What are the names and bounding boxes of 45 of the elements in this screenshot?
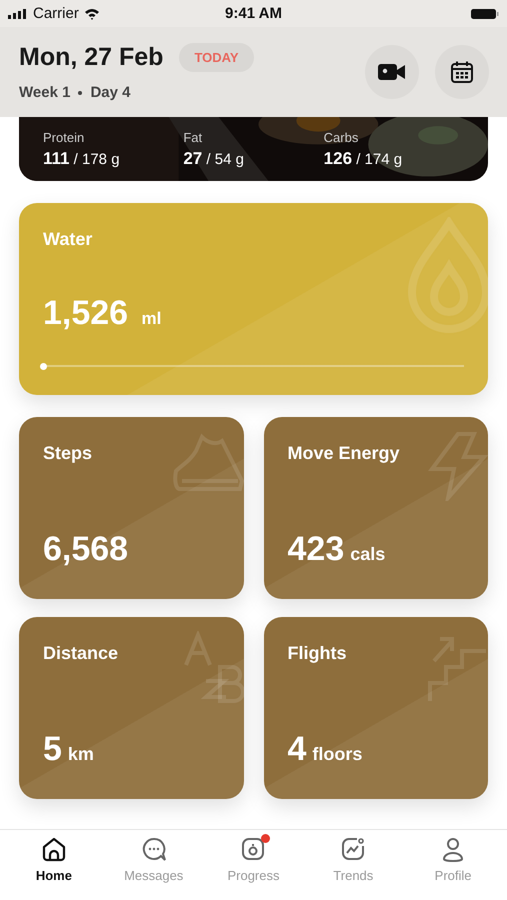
today-badge: TODAY — [179, 43, 254, 72]
lightning-icon — [428, 431, 488, 501]
stat-title: Flights — [288, 643, 346, 664]
stat-value: 4 floors — [288, 730, 362, 769]
scale-icon — [240, 836, 266, 862]
carrier-name: Carrier — [33, 5, 79, 22]
week-label: Week 1 — [19, 84, 70, 101]
tab-bar-item[interactable]: Home — [4, 836, 104, 900]
macro-value: 126 / 174 g — [324, 148, 402, 168]
stat-value: 6,568 — [43, 530, 128, 569]
stat-card[interactable]: Distance 5 km — [19, 617, 244, 799]
separator-dot — [78, 90, 82, 94]
stat-title: Distance — [43, 643, 118, 664]
video-camera-icon — [378, 63, 406, 81]
water-title: Water — [43, 229, 92, 250]
stat-value: 5 km — [43, 730, 94, 769]
macro-label: Carbs — [324, 130, 358, 144]
stat-card[interactable]: Move Energy 423 cals — [264, 417, 488, 599]
shoe-icon — [172, 431, 244, 491]
macro-value: 111 / 178 g — [43, 148, 120, 168]
macro-label: Fat — [183, 130, 202, 144]
home-icon — [40, 836, 67, 862]
trend-chart-icon — [340, 836, 366, 862]
macro-label: Protein — [43, 130, 84, 144]
water-value: 1,526 ml — [43, 294, 162, 333]
stat-card[interactable]: Steps 6,568 — [19, 417, 244, 599]
tab-bar-item[interactable]: Profile — [403, 836, 503, 900]
wifi-icon — [84, 8, 100, 20]
calendar-icon — [450, 60, 474, 84]
day-label: Day 4 — [90, 84, 130, 101]
date-title: Mon, 27 Feb — [19, 43, 164, 72]
tab-bar-item[interactable]: Progress — [204, 836, 304, 900]
chat-bubble-icon — [140, 836, 167, 862]
clock-time: 9:41 AM — [225, 5, 282, 22]
slider-thumb[interactable] — [40, 362, 47, 370]
macro-value: 27 / 54 g — [183, 148, 244, 168]
signal-icon — [8, 8, 28, 18]
tab-bar-item[interactable]: Messages — [104, 836, 204, 900]
tab-bar-item[interactable]: Trends — [303, 836, 404, 900]
stat-title: Move Energy — [288, 443, 400, 464]
route-letters-icon — [182, 631, 244, 703]
battery-icon — [471, 8, 499, 20]
stat-value: 423 cals — [288, 530, 386, 569]
stat-title: Steps — [43, 443, 92, 464]
stat-card[interactable]: Flights 4 floors — [264, 617, 488, 799]
